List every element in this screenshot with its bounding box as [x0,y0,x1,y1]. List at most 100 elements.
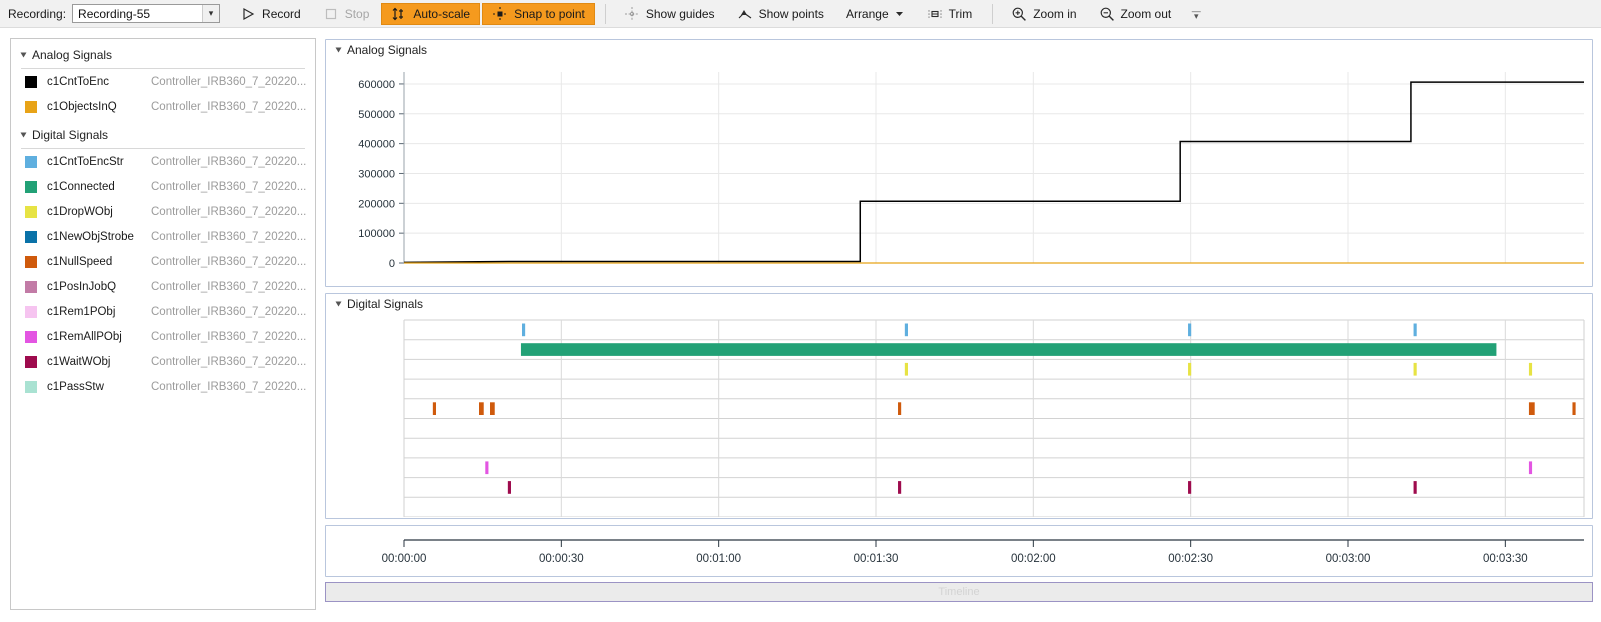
analog-series-c1CntToEnc [403,81,1584,264]
signal-list-item[interactable]: c1CntToEnc Controller_IRB360_7_20220... [11,69,315,94]
signal-name: c1DropWObj [47,205,113,218]
signal-color-swatch[interactable] [25,355,37,368]
signal-list-item[interactable]: c1DropWObj Controller_IRB360_7_20220... [11,199,315,224]
timeline-axis[interactable]: 00:00:00 00:00:30 00:01:00 00:01:30 00:02:00… [326,526,1592,576]
timeline-tick-label: 00:00:00 [382,553,427,565]
toolbar-overflow-button[interactable]: — ▾ [1189,3,1203,25]
zoom-out-button[interactable]: Zoom out [1089,3,1182,25]
show-guides-button[interactable]: Show guides [614,3,725,25]
signal-color-swatch[interactable] [25,100,37,113]
analog-plot[interactable]: 0 100000 200000 300000 400000 500000 600000 [326,60,1592,285]
digital-pulse-c1RemAllPObj [1528,461,1533,475]
record-button[interactable]: Record [230,3,311,25]
digital-panel-header[interactable]: Digital Signals [326,294,1592,314]
collapse-triangle-icon [335,301,342,307]
digital-pulse-c1DropWObj [1188,362,1192,376]
timeline-tick-label: 00:02:00 [1011,553,1056,565]
digital-pulse-c1CntToEncStr [904,323,908,337]
signal-list-item[interactable]: c1NewObjStrobe Controller_IRB360_7_20220.… [11,224,315,249]
timeline-scrollbar-label: Timeline [938,586,980,598]
toolbar-separator-1 [604,3,606,24]
show-points-button[interactable]: Show points [727,3,834,25]
signal-name: c1Connected [47,180,115,193]
trim-button[interactable]: Trim [917,3,983,25]
digital-panel-title: Digital Signals [347,297,424,311]
signal-list-item[interactable]: c1RemAllPObj Controller_IRB360_7_20220... [11,324,315,349]
stop-button[interactable]: Stop [313,3,380,25]
timeline-tick-label: 00:01:00 [696,553,741,565]
signal-color-swatch[interactable] [25,155,37,168]
analog-panel-header[interactable]: Analog Signals [326,40,1592,60]
snap-to-point-icon [492,6,508,22]
digital-pulse-c1WaitWObj [1188,481,1192,494]
signal-list-item[interactable]: c1Rem1PObj Controller_IRB360_7_20220... [11,299,315,324]
signal-source: Controller_IRB360_7_20220... [151,280,307,293]
digital-pulse-c1NullSpeed [432,402,436,415]
timeline-scrollbar[interactable]: Timeline [325,582,1593,602]
analog-signals-panel: Analog Signals 0 100000 200000 300000 400000… [325,39,1593,287]
digital-pulse-c1NullSpeed [1528,402,1535,415]
signal-list-item[interactable]: c1WaitWObj Controller_IRB360_7_20220... [11,349,315,374]
analog-y-tick-label: 600000 [358,79,395,91]
signal-source: Controller_IRB360_7_20220... [151,255,307,268]
signal-name: c1ObjectsInQ [47,100,117,113]
signal-list-item[interactable]: c1ObjectsInQ Controller_IRB360_7_20220... [11,94,315,119]
digital-pulse-c1CntToEncStr [1188,323,1192,337]
zoom-out-icon [1099,6,1115,22]
signal-group-header-analog-signals[interactable]: Analog Signals [11,45,315,65]
timeline-tick-label: 00:02:30 [1168,553,1213,565]
signal-list-item[interactable]: c1Connected Controller_IRB360_7_20220... [11,174,315,199]
overflow-caret-icon: ▾ [1193,10,1199,21]
signal-group-header-digital-signals[interactable]: Digital Signals [11,125,315,145]
main-toolbar: Recording: Recording-55 ▾ Record Stop Au… [0,0,1601,28]
analog-y-tick-label: 100000 [358,228,395,240]
collapse-triangle-icon [335,47,342,53]
digital-pulse-c1RemAllPObj [485,461,489,475]
auto-scale-button[interactable]: Auto-scale [381,2,481,25]
snap-to-point-button[interactable]: Snap to point [482,2,595,25]
signal-color-swatch[interactable] [25,380,37,393]
zoom-in-button[interactable]: Zoom in [1001,3,1086,25]
signal-name: c1RemAllPObj [47,330,122,343]
digital-signals-panel: Digital Signals [325,293,1593,519]
signal-list-item[interactable]: c1PassStw Controller_IRB360_7_20220... [11,374,315,399]
chevron-down-icon: ▾ [202,5,220,22]
zoom-in-button-label: Zoom in [1033,6,1077,21]
signal-name: c1NullSpeed [47,255,113,268]
signal-color-swatch[interactable] [25,330,37,343]
signal-color-swatch[interactable] [25,180,37,193]
signal-source: Controller_IRB360_7_20220... [151,205,307,218]
trim-icon [927,6,943,22]
auto-scale-button-label: Auto-scale [413,6,471,21]
signal-color-swatch[interactable] [25,75,37,88]
trim-button-label: Trim [948,6,973,21]
signal-source: Controller_IRB360_7_20220... [151,75,307,88]
signal-name: c1WaitWObj [47,355,111,368]
analog-y-tick-label: 400000 [358,139,395,151]
signal-group-title: Analog Signals [32,48,113,62]
show-guides-button-label: Show guides [645,6,715,21]
signal-color-swatch[interactable] [25,305,37,318]
chart-area: Analog Signals 0 100000 200000 300000 400000… [322,36,1597,614]
signal-color-swatch[interactable] [25,255,37,268]
caret-down-icon [895,6,905,22]
record-button-label: Record [262,6,301,21]
arrange-button[interactable]: Arrange [836,3,915,25]
digital-pulse-c1NullSpeed [479,402,484,415]
recording-select[interactable]: Recording-55 ▾ [72,4,221,23]
signal-list-item[interactable]: c1CntToEncStr Controller_IRB360_7_20220..… [11,149,315,174]
stop-button-label: Stop [344,6,370,21]
digital-plot[interactable] [326,314,1592,517]
signal-list-item[interactable]: c1PosInJobQ Controller_IRB360_7_20220... [11,274,315,299]
analog-y-tick-label: 500000 [358,109,395,121]
signal-color-swatch[interactable] [25,205,37,218]
signal-list-item[interactable]: c1NullSpeed Controller_IRB360_7_20220... [11,249,315,274]
digital-pulse-c1DropWObj [1413,362,1417,376]
timeline-tick-label: 00:03:00 [1326,553,1371,565]
signal-color-swatch[interactable] [25,230,37,243]
signal-name: c1NewObjStrobe [47,230,134,243]
digital-pulse-c1NullSpeed [490,402,495,415]
signal-color-swatch[interactable] [25,280,37,293]
signal-list: Analog Signals c1CntToEnc Controller_IRB36… [11,45,315,399]
signal-name: c1PassStw [47,380,104,393]
